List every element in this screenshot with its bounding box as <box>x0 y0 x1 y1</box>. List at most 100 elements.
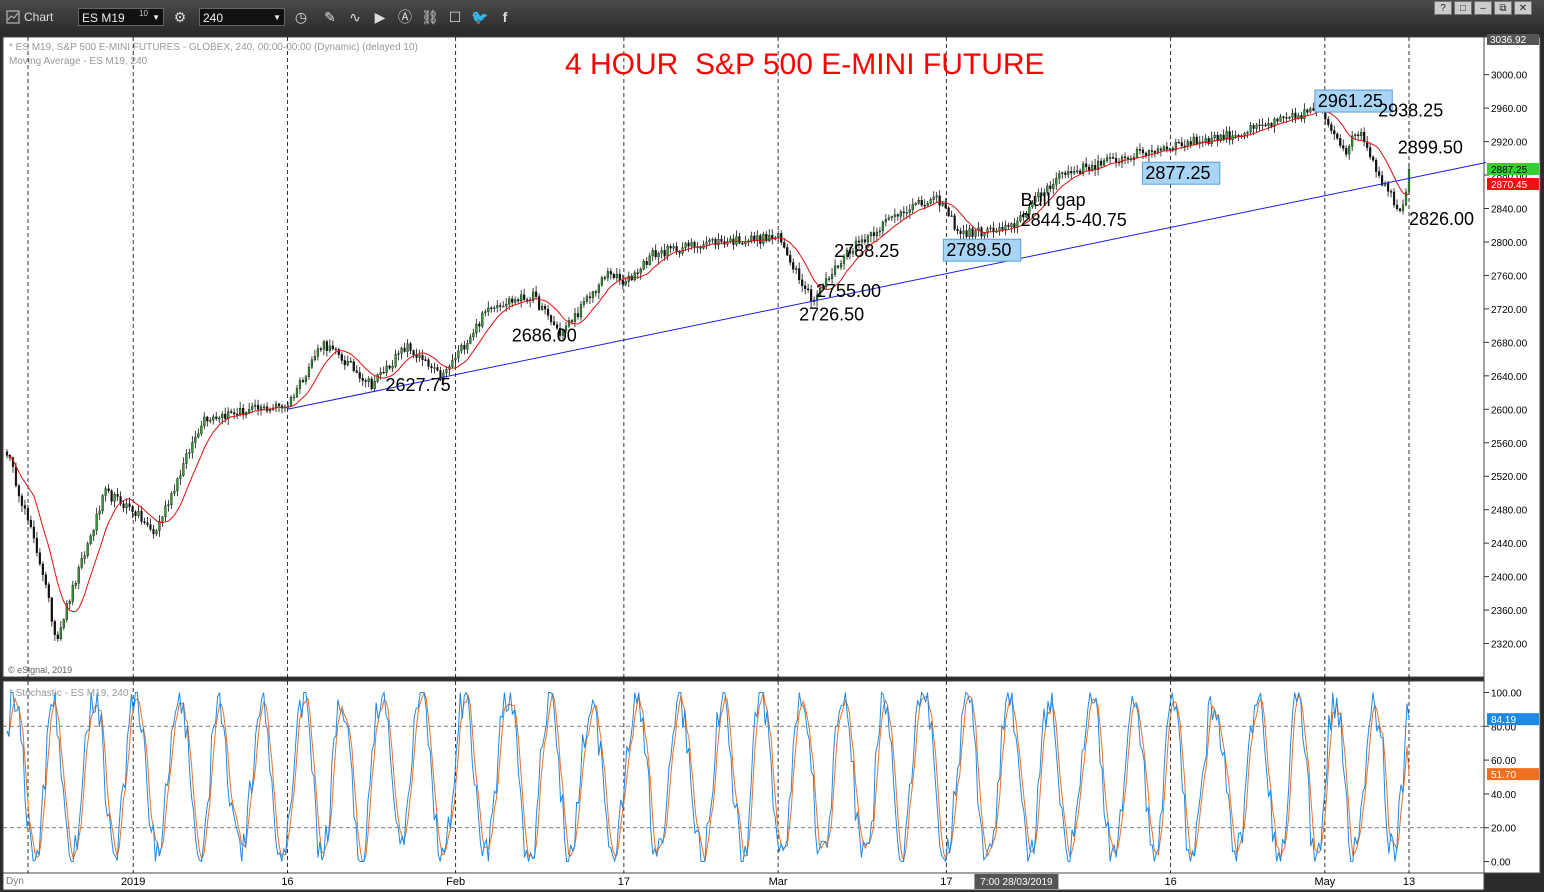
candle-up <box>251 406 254 410</box>
candle-up <box>322 341 325 350</box>
candle-up <box>188 452 191 454</box>
candle-down <box>1222 134 1225 140</box>
candle-up <box>469 336 472 344</box>
candle-down <box>1294 112 1297 119</box>
interval-input[interactable]: 240 ▼ <box>199 8 285 26</box>
help-button[interactable]: ? <box>1434 1 1452 15</box>
interval-value: 240 <box>203 11 224 25</box>
y-tick-label: 2960.00 <box>1491 104 1528 115</box>
chevron-down-icon[interactable]: ▼ <box>273 9 281 27</box>
price-annotation: 2899.50 <box>1398 137 1463 157</box>
candle-up <box>615 273 618 278</box>
candle-down <box>609 271 612 275</box>
settings-icon[interactable]: ⚙ <box>171 8 189 26</box>
restore-button[interactable]: □ <box>1454 1 1472 15</box>
play-icon[interactable]: ▶ <box>371 8 389 26</box>
candle-up <box>917 199 920 204</box>
last-price-down-label: 2870.45 <box>1491 180 1528 191</box>
candle-down <box>499 305 502 307</box>
candle-down <box>1207 138 1210 145</box>
candle-down <box>603 277 606 279</box>
candle-up <box>418 354 421 358</box>
candle-down <box>134 511 137 516</box>
curve-icon[interactable]: ∿ <box>346 8 364 26</box>
candle-up <box>875 231 878 236</box>
candle-up <box>466 343 469 350</box>
candle-up <box>540 305 544 310</box>
candle-down <box>836 265 840 268</box>
chart-title: 4 HOUR S&P 500 E-MINI FUTURE <box>565 48 1045 81</box>
facebook-icon[interactable]: f <box>496 8 514 26</box>
x-tick-label: 16 <box>1165 876 1177 888</box>
candle-up <box>648 255 651 265</box>
candle-down <box>944 203 947 209</box>
candle-down <box>1049 185 1052 189</box>
price-annotation: 2789.50 <box>946 240 1011 260</box>
candle-down <box>1392 191 1396 206</box>
candle-down <box>1312 108 1315 111</box>
alert-icon[interactable]: Ⓐ <box>396 8 414 26</box>
candle-up <box>941 203 944 206</box>
candle-down <box>146 522 149 525</box>
candle-down <box>1085 163 1088 168</box>
candle-up <box>1348 146 1351 155</box>
close-button[interactable]: ✕ <box>1514 1 1532 15</box>
candle-down <box>1372 156 1375 161</box>
candle-down <box>789 254 792 263</box>
symbol-input[interactable]: ES M19 10 ▼ <box>78 8 164 26</box>
chevron-down-icon[interactable]: ▼ <box>152 9 160 27</box>
minimize-button[interactable]: – <box>1474 1 1492 15</box>
maximize-button[interactable]: ⧉ <box>1494 1 1512 15</box>
candle-down <box>1138 149 1142 151</box>
candle-up <box>367 378 370 382</box>
candle-down <box>50 597 53 622</box>
candle-up <box>1261 124 1264 127</box>
link-icon[interactable]: ⛓ <box>421 8 439 26</box>
candle-up <box>932 196 935 200</box>
candle-down <box>427 359 430 367</box>
candle-down <box>1342 145 1345 149</box>
candle-down <box>902 211 905 213</box>
candle-up <box>167 504 170 506</box>
candle-up <box>155 530 158 535</box>
price-annotation: 2961.25 <box>1318 91 1383 111</box>
twitter-icon[interactable]: 🐦 <box>471 8 489 26</box>
candle-down <box>490 307 493 310</box>
stochastic-y-tick-label: 100.00 <box>1491 688 1522 699</box>
candle-up <box>768 235 771 242</box>
y-tick-label: 2640.00 <box>1491 372 1528 383</box>
candle-up <box>472 332 475 338</box>
candle-down <box>552 321 556 325</box>
y-tick-label: 2360.00 <box>1491 606 1528 617</box>
x-tick-label: 17 <box>940 876 952 888</box>
candle-up <box>839 263 843 268</box>
candle-up <box>394 354 397 367</box>
candle-up <box>475 323 478 334</box>
pencil-icon[interactable]: ✎ <box>321 8 339 26</box>
last-price-up-label: 2887.25 <box>1491 165 1528 176</box>
candle-up <box>666 246 669 257</box>
candle-down <box>233 412 236 415</box>
candle-down <box>1100 160 1103 166</box>
candle-up <box>1061 172 1064 175</box>
candle-up <box>582 301 586 305</box>
candle-up <box>68 601 71 604</box>
candle-down <box>26 508 30 521</box>
chart-canvas[interactable]: 2961.252938.25 2899.50 2877.25 Bull gap2844… <box>0 34 1544 892</box>
candle-up <box>185 453 188 464</box>
candle-down <box>1395 204 1399 209</box>
candle-up <box>137 510 140 516</box>
candle-down <box>965 230 968 237</box>
candle-down <box>612 273 615 278</box>
candle-up <box>1168 148 1171 150</box>
candle-down <box>110 490 113 502</box>
candle-up <box>176 478 179 492</box>
dynamic-label: Dyn <box>6 876 24 887</box>
candle-up <box>1267 123 1270 127</box>
clock-icon[interactable]: ◷ <box>292 8 310 26</box>
candle-down <box>38 552 41 565</box>
comment-icon[interactable]: ☐ <box>446 8 464 26</box>
candle-up <box>98 510 101 515</box>
candle-up <box>1243 133 1246 136</box>
candle-up <box>735 236 738 245</box>
